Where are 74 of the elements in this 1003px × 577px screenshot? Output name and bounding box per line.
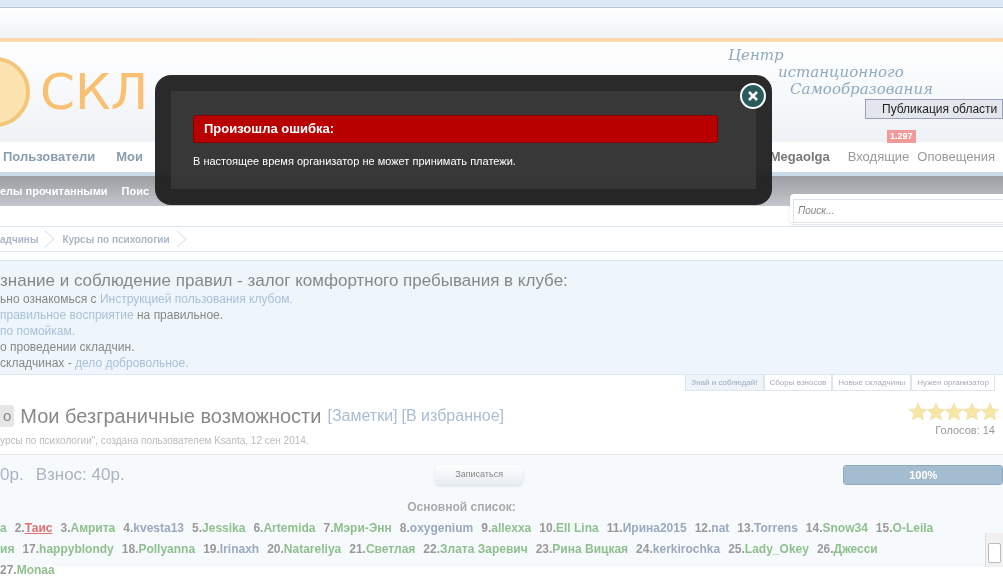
subnav-link[interactable]: Поис [121, 182, 150, 200]
participant-link[interactable]: 21.Светлая [349, 539, 416, 560]
close-button[interactable] [740, 83, 766, 109]
participant-link[interactable]: 20.Natareliya [267, 539, 342, 560]
breadcrumb-link[interactable]: адчины [0, 231, 39, 247]
error-message: В настоящее время организатор не может принимать платежи. [193, 154, 517, 169]
breadcrumb-link[interactable]: Курсы по психологии [62, 231, 170, 247]
notice-text: ьно ознакомься с Инструкцией пользования клубом. [0, 291, 294, 307]
participant-link[interactable]: 13.Torrens [737, 518, 798, 539]
participant-link[interactable]: а [0, 518, 7, 539]
participant-link[interactable]: 26.Джесси [816, 539, 878, 560]
participant-link[interactable]: 22.Злата Заревич [423, 539, 528, 560]
participant-link[interactable]: 27.Monaa [0, 560, 55, 577]
participant-link[interactable]: 4.kvesta13 [123, 518, 185, 539]
tab[interactable]: Новые складчины [832, 375, 912, 391]
participant-link[interactable]: 3.Амрита [60, 518, 116, 539]
participant-link[interactable]: 25.Lady_Okey [728, 539, 809, 560]
tab[interactable]: Сборы взносов [763, 375, 833, 391]
notice-text: о проведении складчин. [0, 339, 136, 355]
participant-link[interactable]: 23.Рина Вицкая [535, 539, 629, 560]
notification-badge: 1.297 [887, 130, 916, 143]
search-field[interactable]: Поиск... [790, 194, 1003, 224]
notice-link[interactable]: дело добровольное. [75, 356, 189, 370]
thread-title: Мои безграничные возможности [20, 404, 322, 429]
thread-meta: урсы по психологии", создана пользователем Ksanta, 12 сен 2014. [0, 434, 310, 448]
participant-link[interactable]: 2.Таис [14, 518, 53, 539]
participant-link[interactable]: 24.kerkirochka [636, 539, 721, 560]
participant-link[interactable]: 11.Ирина2015 [606, 518, 687, 539]
thread-link[interactable]: [Заметки] [327, 404, 398, 428]
participant-link[interactable]: 15.O-Leila [875, 518, 934, 539]
nav-link[interactable]: Пользователи [3, 147, 96, 167]
nav-link[interactable]: Мои [116, 147, 143, 167]
notice-link[interactable]: Инструкцией пользования клубом. [99, 292, 293, 306]
participant-link[interactable]: 17.happyblondy [22, 539, 114, 560]
scrollbar[interactable] [985, 533, 1003, 567]
thread-link[interactable]: [В избранное] [401, 404, 505, 428]
amount-text: 0р. [0, 464, 24, 487]
notice-link[interactable]: правильное восприятие [0, 308, 134, 322]
notice-link[interactable]: по помойкам. [0, 324, 76, 338]
progress-bar: 100% [843, 465, 1003, 485]
participant-link[interactable]: 9.allexxa [481, 518, 532, 539]
nav-link[interactable]: Оповещения [917, 147, 995, 167]
logo-text: СКЛ [40, 67, 148, 117]
close-icon [747, 90, 759, 102]
participant-link[interactable]: 8.oxygenium [399, 518, 474, 539]
participant-link[interactable]: 10.Ell Lina [539, 518, 599, 539]
notice-text: правильное восприятие на правильное. [0, 307, 225, 323]
prefix-button[interactable]: о [0, 405, 15, 427]
vote-count: Голосов: 14 [935, 423, 995, 438]
participant-link[interactable]: 14.Snow34 [805, 518, 868, 539]
tab[interactable]: Знай и соблюдай! [685, 375, 764, 391]
list-heading: Основной список: [407, 500, 516, 514]
notice-heading: знание и соблюдение правил - залог комфортного пребывания в клубе: [0, 271, 569, 291]
participant-link[interactable]: 7.Мэри-Энн [323, 518, 392, 539]
tagline-text: Центр [728, 47, 784, 64]
star-rating[interactable] [909, 403, 999, 420]
subnav-link[interactable]: елы прочитанными [0, 182, 108, 200]
tooltip: Публикация области [865, 99, 1003, 119]
participant-link[interactable]: 12.nat [694, 518, 730, 539]
participant-link[interactable]: 5.Jessika [192, 518, 246, 539]
fee-text: Взнос: 40р. [35, 464, 125, 487]
error-title: Произошла ошибка: [193, 115, 718, 143]
tab[interactable]: Нужен организатор [911, 375, 995, 391]
signup-button[interactable]: Записаться [434, 465, 524, 485]
participant-link[interactable]: 19.Irinaxh [203, 539, 260, 560]
participant-link[interactable]: ия [0, 539, 15, 560]
nav-link[interactable]: Входящие [847, 147, 910, 167]
participant-link[interactable]: 18.Pollyanna [121, 539, 196, 560]
notice-text: складчинах - дело добровольное. [0, 355, 190, 371]
tagline-text: истанционного [778, 64, 904, 81]
breadcrumb-separator-icon [175, 229, 188, 249]
breadcrumb-separator-icon [44, 229, 57, 249]
participant-link[interactable]: 6.Artemida [253, 518, 316, 539]
tagline-text: Самообразования [790, 81, 933, 98]
